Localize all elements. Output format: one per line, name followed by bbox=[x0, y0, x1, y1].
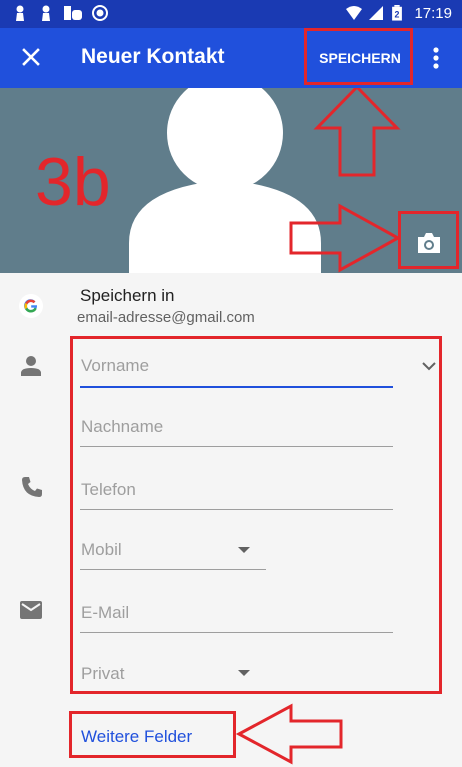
annotation-arrow-up bbox=[313, 88, 401, 177]
notification-person-icon bbox=[42, 5, 50, 21]
annotation-arrow-left bbox=[236, 703, 343, 765]
contact-photo-area[interactable]: 3b bbox=[0, 88, 462, 273]
wifi-icon bbox=[346, 6, 362, 20]
record-icon bbox=[92, 5, 108, 21]
annotation-box-camera bbox=[398, 211, 459, 269]
annotation-box-more-fields bbox=[69, 711, 236, 758]
close-icon[interactable] bbox=[16, 42, 46, 72]
contact-form: Speichern in email-adresse@gmail.com Vor… bbox=[0, 273, 462, 767]
status-time: 17:19 bbox=[414, 5, 452, 22]
phone-icon bbox=[22, 477, 42, 497]
status-bar: 2 17:19 bbox=[0, 0, 462, 28]
annotation-box-fields bbox=[70, 336, 442, 694]
google-icon bbox=[19, 294, 43, 318]
account-email[interactable]: email-adresse@gmail.com bbox=[77, 309, 255, 326]
notification-person-icon bbox=[16, 5, 24, 21]
notification-app-icon bbox=[64, 6, 82, 20]
save-in-label: Speichern in bbox=[80, 286, 175, 305]
annotation-box-save bbox=[304, 28, 413, 85]
page-title: Neuer Kontakt bbox=[81, 45, 225, 68]
person-icon bbox=[21, 356, 41, 376]
battery-level: 2 bbox=[395, 9, 400, 19]
annotation-step-label: 3b bbox=[35, 144, 111, 220]
battery-icon: 2 bbox=[392, 5, 402, 21]
app-bar: Neuer Kontakt SPEICHERN bbox=[0, 28, 462, 88]
more-options-icon[interactable] bbox=[426, 42, 446, 74]
annotation-arrow-right bbox=[289, 203, 402, 273]
cell-signal-icon bbox=[369, 6, 383, 20]
email-icon bbox=[20, 601, 42, 619]
